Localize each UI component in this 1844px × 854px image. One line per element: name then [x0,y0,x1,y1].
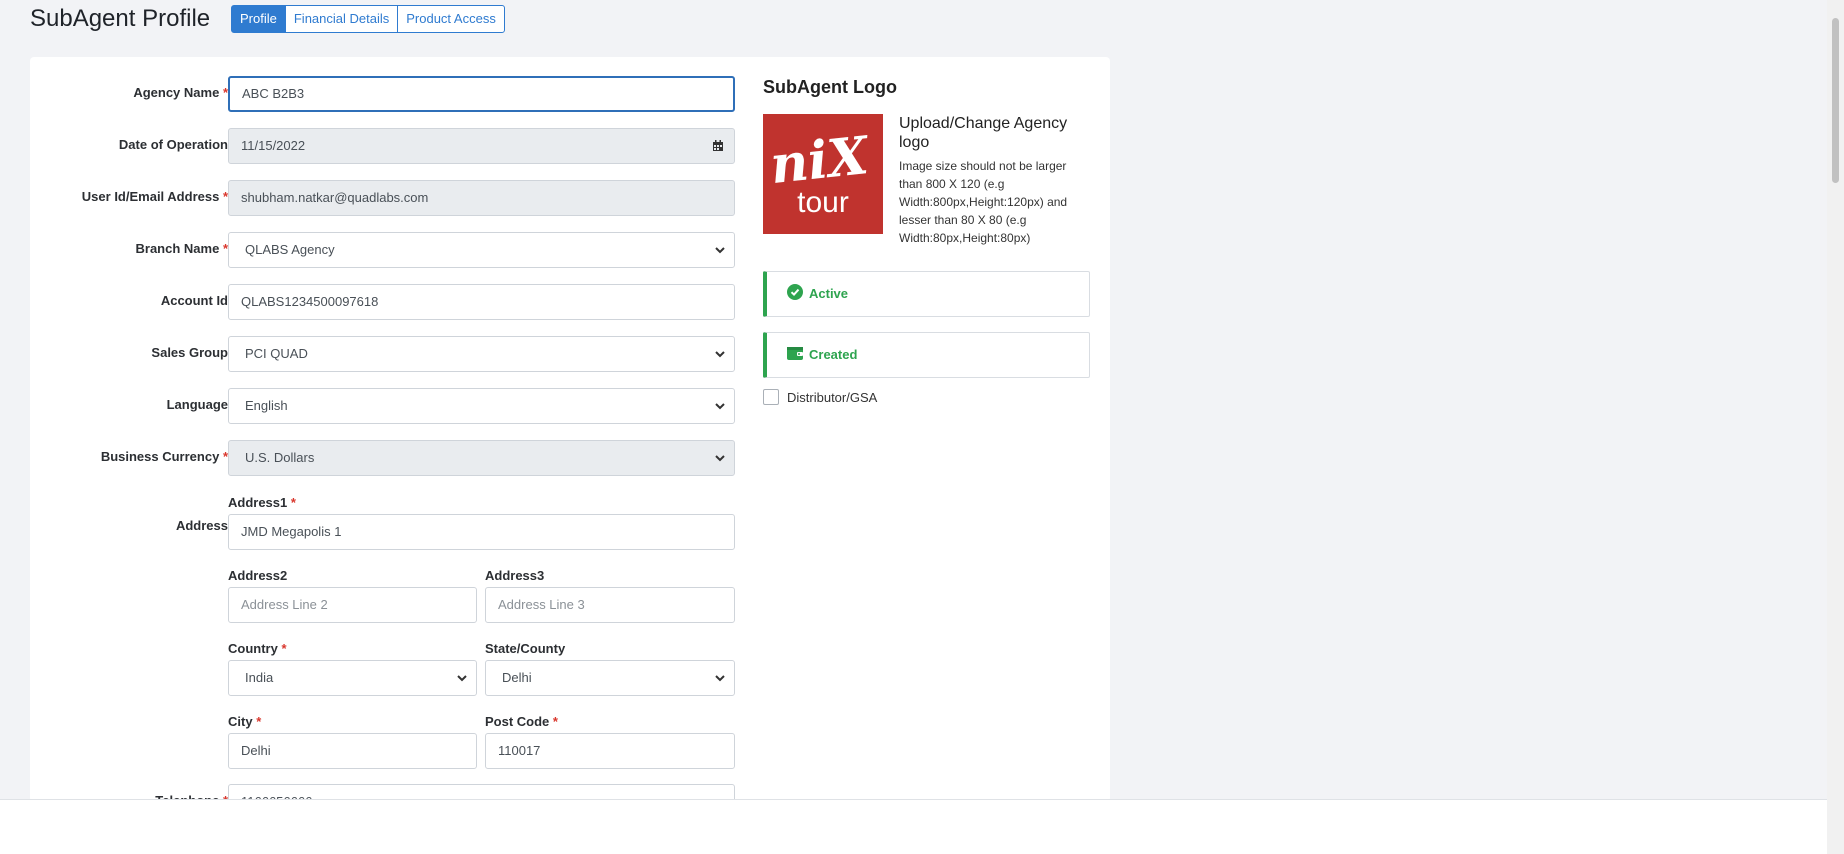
chevron-down-icon [715,403,725,410]
country-label: Country * [228,641,287,656]
address-label: Address [175,518,228,533]
state-select[interactable]: Delhi [485,660,735,696]
chevron-down-icon [715,675,725,682]
logo-section-title: SubAgent Logo [763,77,897,97]
language-label: Language [166,397,228,412]
active-status-card: Active [763,271,1090,317]
account-id-input[interactable]: QLABS1234500097618 [228,284,735,320]
user-email-label: User Id/Email Address * [81,189,228,204]
country-select[interactable]: India [228,660,477,696]
account-id-label: Account Id [160,293,228,308]
distributor-label: Distributor/GSA [787,390,878,405]
state-label: State/County [485,641,566,656]
chevron-down-icon [715,455,725,462]
calendar-icon[interactable] [712,140,724,152]
tab-profile[interactable]: Profile [231,5,286,33]
agency-logo-image[interactable]: niX tour [763,114,883,234]
chevron-down-icon [715,247,725,254]
scrollbar-thumb[interactable] [1832,18,1839,183]
tab-product-access[interactable]: Product Access [397,5,505,33]
post-code-input[interactable]: 110017 [485,733,735,769]
business-currency-label: Business Currency * [100,449,228,464]
check-circle-icon [787,284,803,300]
tab-financial-details[interactable]: Financial Details [284,5,399,33]
svg-text:tour: tour [797,186,849,219]
page-scrollbar[interactable] [1827,0,1844,854]
agency-name-label: Agency Name * [133,85,228,100]
address2-input[interactable]: Address Line 2 [228,587,477,623]
address2-label: Address2 [228,568,288,583]
distributor-checkbox[interactable] [763,389,779,405]
wallet-icon [787,347,803,360]
business-currency-select[interactable]: U.S. Dollars [228,440,735,476]
created-status-card: Created [763,332,1090,378]
address3-input[interactable]: Address Line 3 [485,587,735,623]
user-email-input[interactable]: shubham.natkar@quadlabs.com [228,180,735,216]
date-of-operation-input[interactable]: 11/15/2022 [228,128,735,164]
profile-tabs: Profile Financial Details Product Access [231,5,505,33]
active-status-text: Active [809,286,849,301]
city-input[interactable]: Delhi [228,733,477,769]
address1-label: Address1 * [228,495,296,510]
chevron-down-icon [457,675,467,682]
address1-input[interactable]: JMD Megapolis 1 [228,514,735,550]
address3-label: Address3 [485,568,545,583]
created-status-text: Created [809,347,858,362]
branch-name-label: Branch Name * [135,241,229,256]
profile-card: Agency Name * ABC B2B3 Date of Operation… [30,57,1110,820]
upload-logo-title[interactable]: Upload/Change Agency logo [899,114,1079,152]
agency-name-input[interactable]: ABC B2B3 [228,76,735,112]
nix-tour-logo: niX tour [763,114,883,234]
date-of-operation-label: Date of Operation [118,137,228,152]
branch-name-select[interactable]: QLABS Agency [228,232,735,268]
post-code-label: Post Code * [485,714,558,729]
city-label: City * [228,714,262,729]
sales-group-select[interactable]: PCI QUAD [228,336,735,372]
sales-group-label: Sales Group [151,345,228,360]
chevron-down-icon [715,351,725,358]
language-select[interactable]: English [228,388,735,424]
bottom-bar [0,799,1827,854]
page-title: SubAgent Profile [30,5,211,32]
logo-size-hint: Image size should not be larger than 800… [899,159,1068,245]
